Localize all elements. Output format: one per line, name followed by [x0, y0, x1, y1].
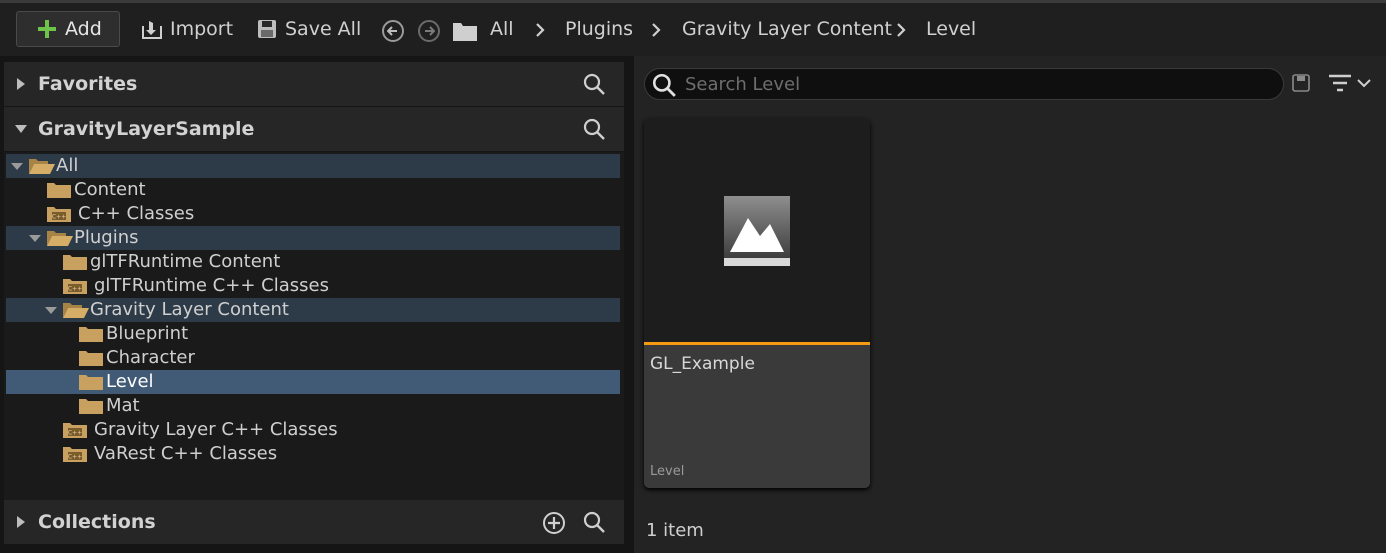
tree-row[interactable]: glTFRuntime Content — [6, 250, 620, 274]
folder-icon — [62, 253, 88, 276]
tree-row[interactable]: Plugins — [6, 226, 620, 250]
triangle-down-icon[interactable] — [44, 306, 58, 315]
sources-panel: Favorites GravityLayerSample All Content C… — [0, 56, 628, 553]
tree-row-label: Character — [106, 347, 195, 368]
chevron-right-icon — [897, 23, 906, 37]
tree-row[interactable]: C++ Gravity Layer C++ Classes — [6, 418, 620, 442]
svg-text:C++: C++ — [68, 430, 82, 437]
tree-row-label: glTFRuntime Content — [90, 251, 281, 272]
search-bar — [644, 68, 1284, 100]
level-icon — [724, 196, 790, 266]
search-icon[interactable] — [582, 510, 606, 534]
add-button-label: Add — [65, 18, 102, 40]
triangle-right-icon — [17, 78, 25, 90]
back-button[interactable] — [382, 20, 404, 42]
tree-row-label: Level — [106, 371, 154, 392]
filter-icon — [1329, 74, 1351, 92]
tree-row-label: VaRest C++ Classes — [94, 443, 278, 464]
folder-tree: All Content C++ C++ Classes Plugins glTFRunti… — [4, 152, 624, 500]
folder-icon — [46, 181, 72, 204]
folder-icon — [78, 349, 104, 372]
tree-row[interactable]: Gravity Layer Content — [6, 298, 620, 322]
folder-icon — [78, 397, 104, 420]
import-button-label: Import — [170, 18, 234, 40]
triangle-down-icon[interactable] — [10, 162, 24, 171]
tree-row-label: Mat — [106, 395, 140, 416]
chevron-right-icon — [536, 23, 545, 37]
item-count: 1 item — [646, 520, 704, 541]
tree-row-label: Gravity Layer Content — [90, 299, 289, 320]
import-button[interactable]: Import — [140, 11, 233, 47]
forward-button[interactable] — [418, 20, 440, 42]
tree-row-label: Blueprint — [106, 323, 189, 344]
svg-text:C++: C++ — [68, 454, 82, 461]
cpp-folder-icon: C++ — [62, 445, 88, 468]
search-icon[interactable] — [582, 72, 606, 96]
asset-type-color-bar — [644, 342, 870, 345]
search-icon — [652, 73, 676, 97]
chevron-down-icon — [1357, 79, 1371, 88]
triangle-down-icon[interactable] — [28, 234, 42, 243]
tree-row-label: Plugins — [74, 227, 139, 248]
search-input[interactable] — [685, 71, 1265, 97]
asset-thumbnail — [644, 118, 870, 342]
tree-row-label: glTFRuntime C++ Classes — [94, 275, 329, 296]
folder-icon — [453, 23, 477, 41]
breadcrumb-level[interactable]: Level — [926, 18, 976, 40]
tree-row[interactable]: Blueprint — [6, 322, 620, 346]
filter-button[interactable] — [1328, 73, 1372, 93]
collections-title: Collections — [38, 511, 156, 533]
add-button[interactable]: Add — [16, 11, 120, 47]
folder-open-icon — [62, 301, 90, 324]
import-icon — [142, 21, 162, 39]
tree-row[interactable]: C++ glTFRuntime C++ Classes — [6, 274, 620, 298]
tree-row-label: C++ Classes — [78, 203, 195, 224]
tree-row[interactable]: All — [6, 154, 620, 178]
search-icon[interactable] — [582, 117, 606, 141]
cpp-folder-icon: C++ — [62, 421, 88, 444]
breadcrumb-plugins[interactable]: Plugins — [565, 18, 633, 40]
toolbar: Add Import Save All All Plugins Gravity … — [0, 0, 1386, 56]
tree-row[interactable]: Level — [6, 370, 620, 394]
chevron-right-icon — [652, 23, 661, 37]
asset-tile[interactable]: GL_Example Level — [644, 118, 870, 488]
asset-type: Level — [650, 464, 685, 479]
asset-name: GL_Example — [650, 354, 755, 374]
save-search-icon[interactable] — [1292, 74, 1310, 92]
folder-open-icon — [28, 157, 56, 180]
tree-row[interactable]: Character — [6, 346, 620, 370]
tree-row-label: All — [56, 155, 79, 176]
tree-row[interactable]: C++ C++ Classes — [6, 202, 620, 226]
folder-icon — [78, 373, 104, 396]
tree-row-label: Gravity Layer C++ Classes — [94, 419, 338, 440]
svg-text:C++: C++ — [68, 286, 82, 293]
favorites-title: Favorites — [38, 73, 138, 95]
favorites-header[interactable]: Favorites — [4, 62, 624, 106]
arrow-left-icon — [387, 26, 397, 36]
collections-header[interactable]: Collections — [4, 500, 624, 544]
tree-row[interactable]: C++ VaRest C++ Classes — [6, 442, 620, 466]
project-header[interactable]: GravityLayerSample — [4, 107, 624, 151]
triangle-right-icon — [17, 516, 25, 528]
triangle-down-icon — [15, 125, 27, 133]
folder-icon — [78, 325, 104, 348]
save-all-button[interactable]: Save All — [256, 11, 361, 47]
project-title: GravityLayerSample — [38, 118, 255, 140]
plus-icon — [38, 20, 56, 38]
arrow-right-icon — [425, 26, 435, 36]
add-circle-icon[interactable] — [542, 511, 566, 535]
save-all-label: Save All — [285, 18, 362, 40]
tree-row[interactable]: Mat — [6, 394, 620, 418]
breadcrumb-gravity-layer-content[interactable]: Gravity Layer Content — [682, 18, 892, 40]
cpp-folder-icon: C++ — [46, 205, 72, 228]
content-panel: GL_Example Level 1 item — [634, 56, 1386, 553]
folder-open-icon — [46, 229, 74, 252]
cpp-folder-icon: C++ — [62, 277, 88, 300]
save-icon — [258, 20, 276, 38]
svg-text:C++: C++ — [52, 214, 66, 221]
breadcrumb-all[interactable]: All — [490, 18, 514, 40]
tree-row[interactable]: Content — [6, 178, 620, 202]
tree-row-label: Content — [74, 179, 146, 200]
